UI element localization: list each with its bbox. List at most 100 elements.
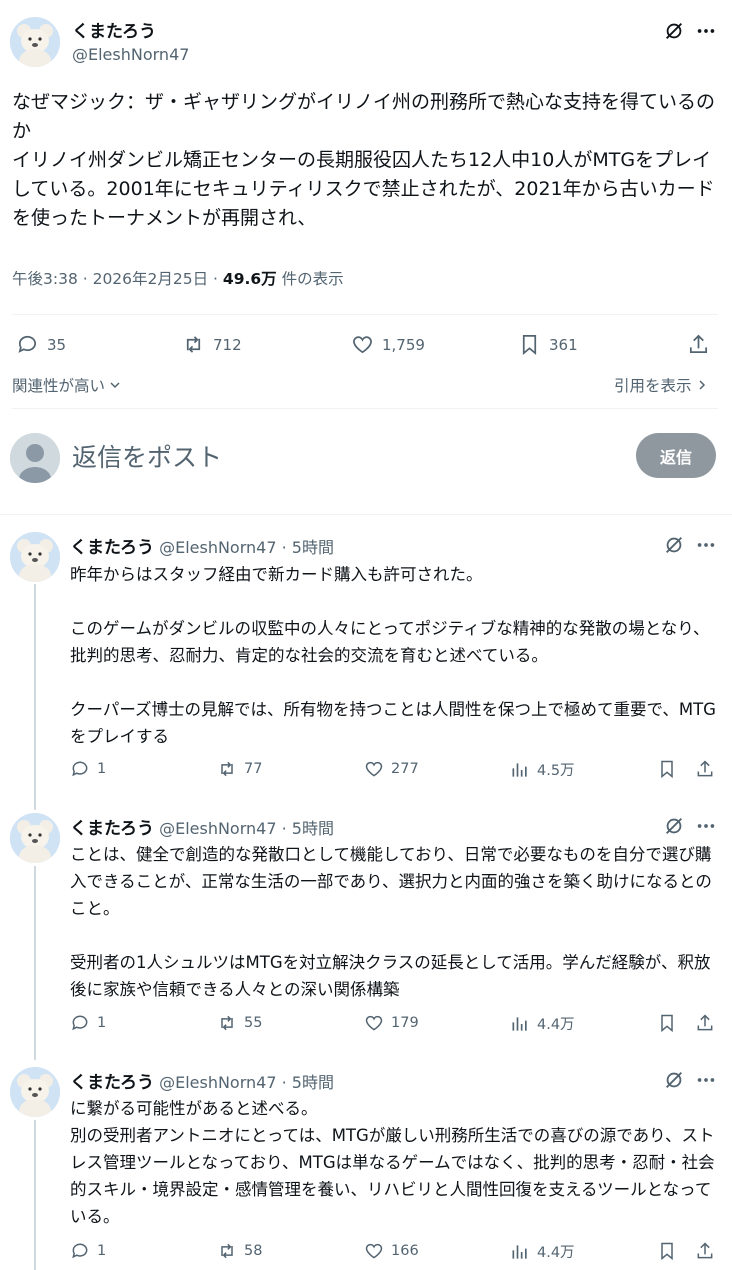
like-count: 179 xyxy=(391,1015,419,1031)
heart-icon xyxy=(365,1243,383,1259)
grok-icon[interactable] xyxy=(662,19,686,43)
grok-icon[interactable] xyxy=(662,814,686,838)
reply-time[interactable]: · 5時間 xyxy=(277,538,334,557)
author-name[interactable]: くまたろう xyxy=(72,17,156,42)
thread-line xyxy=(34,866,36,1060)
default-avatar-icon xyxy=(10,433,60,483)
reply-action[interactable]: 1 xyxy=(70,1013,106,1033)
analytics-icon xyxy=(512,1244,527,1259)
more-icon[interactable] xyxy=(694,1068,718,1092)
reply-author-handle[interactable]: @EleshNorn47 xyxy=(159,538,276,557)
repost-icon xyxy=(186,336,201,353)
relevance-filter[interactable]: 関連性が高い xyxy=(12,374,121,396)
bear-avatar-icon xyxy=(10,813,60,863)
author-avatar[interactable] xyxy=(10,17,60,67)
repost-icon xyxy=(221,1243,233,1259)
repost-action[interactable]: 77 xyxy=(217,759,262,779)
reply-action[interactable]: 1 xyxy=(70,759,106,779)
reply-icon xyxy=(72,761,88,777)
reply-author-handle[interactable]: @EleshNorn47 xyxy=(159,1073,276,1092)
bookmark-action[interactable]: 361 xyxy=(518,333,578,356)
repost-count: 55 xyxy=(244,1015,263,1031)
reply-author-name[interactable]: くまたろう xyxy=(70,819,154,839)
bookmark-action[interactable] xyxy=(657,759,677,779)
like-action[interactable]: 1,759 xyxy=(351,333,425,356)
views-action[interactable]: 4.5万 xyxy=(510,759,575,780)
views-count: 4.4万 xyxy=(537,1017,575,1033)
heart-icon xyxy=(365,1015,383,1031)
heart-icon xyxy=(365,761,383,777)
like-count: 277 xyxy=(391,761,419,777)
reply-author-handle[interactable]: @EleshNorn47 xyxy=(159,819,276,838)
more-icon[interactable] xyxy=(694,814,718,838)
views-count: 49.6万 xyxy=(222,270,277,288)
bookmark-icon xyxy=(522,335,537,355)
reply-action[interactable]: 1 xyxy=(70,1241,106,1261)
reply-time[interactable]: · 5時間 xyxy=(277,1073,334,1092)
reply-avatar[interactable] xyxy=(10,813,60,863)
reply-time[interactable]: · 5時間 xyxy=(277,819,334,838)
view-quotes-link[interactable]: 引用を表示 xyxy=(614,374,708,396)
views-action[interactable]: 4.4万 xyxy=(510,1013,575,1034)
reply-header: くまたろう @EleshNorn47 · 5時間 xyxy=(70,533,334,558)
repost-action[interactable]: 58 xyxy=(217,1241,262,1261)
more-icon[interactable] xyxy=(694,533,718,557)
reply-author-name[interactable]: くまたろう xyxy=(70,1073,154,1093)
views-count: 4.5万 xyxy=(537,763,575,779)
views-action[interactable]: 4.4万 xyxy=(510,1241,575,1262)
repost-count: 58 xyxy=(244,1243,263,1259)
repost-action[interactable]: 712 xyxy=(182,333,242,356)
like-action[interactable]: 179 xyxy=(364,1013,419,1033)
bookmark-count: 361 xyxy=(549,335,578,354)
tweet-text: なぜマジック：ザ・ギャザリングがイリノイ州の刑務所で熱心な支持を得ているのか イ… xyxy=(12,91,716,229)
relevance-label: 関連性が高い xyxy=(12,377,106,395)
bookmark-icon xyxy=(661,1242,673,1261)
more-icon[interactable] xyxy=(694,19,718,43)
share-icon xyxy=(697,1014,713,1031)
reply-action[interactable]: 35 xyxy=(16,333,66,356)
repost-action[interactable]: 55 xyxy=(217,1013,262,1033)
tweet-meta: 午後3:38 · 2026年2月25日 · 49.6万 件の表示 xyxy=(12,267,344,289)
repost-count: 77 xyxy=(244,761,263,777)
reply-text: 昨年からはスタッフ経由で新カード購入も許可された。 このゲームがダンビルの収監中… xyxy=(70,565,716,746)
grok-icon[interactable] xyxy=(662,533,686,557)
reply-text: ことは、健全で創造的な発散口として機能しており、日常で必要なものを自分で選び購入… xyxy=(70,845,712,999)
like-action[interactable]: 166 xyxy=(364,1241,419,1261)
bear-avatar-icon xyxy=(10,17,60,67)
reply-author-name[interactable]: くまたろう xyxy=(70,538,154,558)
reply-button[interactable]: 返信 xyxy=(636,433,716,478)
bear-avatar-icon xyxy=(10,1067,60,1117)
author-handle[interactable]: @EleshNorn47 xyxy=(72,45,189,64)
reply-count: 35 xyxy=(47,335,67,354)
quotes-label: 引用を表示 xyxy=(614,377,692,395)
bookmark-icon xyxy=(661,760,673,779)
share-action[interactable] xyxy=(695,1241,715,1261)
tweet-timestamp[interactable]: 午後3:38 · 2026年2月25日 · xyxy=(12,270,223,288)
reply-input[interactable]: 返信をポスト xyxy=(72,438,222,474)
share-action[interactable] xyxy=(695,759,715,779)
reply-avatar[interactable] xyxy=(10,1067,60,1117)
divider xyxy=(12,314,718,315)
repost-icon xyxy=(221,761,233,777)
bookmark-action[interactable] xyxy=(657,1013,677,1033)
analytics-icon xyxy=(512,762,527,777)
thread-line xyxy=(34,1120,36,1270)
share-action[interactable] xyxy=(687,333,710,356)
share-icon xyxy=(689,334,708,354)
reply-icon xyxy=(72,1243,88,1259)
reply-text: に繋がる可能性があると述べる。 別の受刑者アントニオにとっては、MTGが厳しい刑… xyxy=(70,1099,715,1226)
chevron-right-icon xyxy=(698,380,705,390)
divider xyxy=(12,408,718,409)
analytics-icon xyxy=(512,1016,527,1031)
like-action[interactable]: 277 xyxy=(364,759,419,779)
reply-avatar[interactable] xyxy=(10,532,60,582)
grok-icon[interactable] xyxy=(662,1068,686,1092)
like-count: 1,759 xyxy=(382,335,425,354)
chevron-down-icon xyxy=(110,382,120,389)
bookmark-action[interactable] xyxy=(657,1241,677,1261)
share-action[interactable] xyxy=(695,1013,715,1033)
reply-header: くまたろう @EleshNorn47 · 5時間 xyxy=(70,1068,334,1093)
user-avatar xyxy=(10,433,60,483)
bear-avatar-icon xyxy=(10,532,60,582)
heart-icon xyxy=(353,336,372,354)
